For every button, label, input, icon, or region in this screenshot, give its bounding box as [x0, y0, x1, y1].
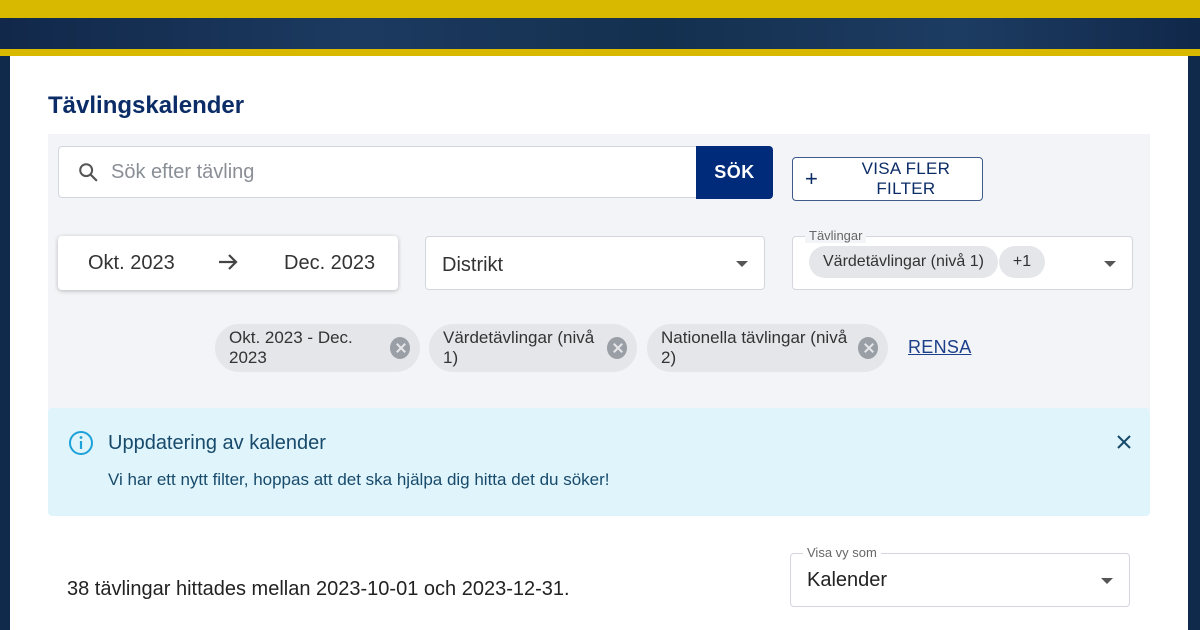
- more-filters-label: VISA FLER FILTER: [861, 159, 951, 198]
- search-box[interactable]: [58, 146, 698, 198]
- search-button[interactable]: SÖK: [696, 146, 773, 199]
- view-select[interactable]: Visa vy som Kalender: [790, 545, 1130, 607]
- date-range-picker[interactable]: Okt. 2023 Dec. 2023: [58, 236, 398, 290]
- remove-chip-icon[interactable]: [858, 337, 878, 359]
- chevron-down-icon: [1101, 578, 1113, 584]
- content-card: Tävlingskalender SÖK + VISA FLER FILTER …: [10, 56, 1188, 630]
- active-filter-label: Nationella tävlingar (nivå 2): [661, 328, 848, 367]
- view-label: Visa vy som: [803, 545, 881, 560]
- remove-chip-icon[interactable]: [607, 337, 627, 359]
- selected-competition-chip: Värdetävlingar (nivå 1): [809, 246, 998, 278]
- search-icon: [79, 163, 98, 182]
- more-count-chip: +1: [999, 246, 1045, 278]
- info-icon: [69, 431, 93, 455]
- close-icon[interactable]: [1114, 432, 1134, 452]
- result-summary: 38 tävlingar hittades mellan 2023-10-01 …: [67, 578, 570, 600]
- district-select[interactable]: Distrikt: [425, 236, 765, 290]
- info-text: Vi har ett nytt filter, hoppas att det s…: [108, 470, 610, 489]
- info-title: Uppdatering av kalender: [108, 432, 326, 454]
- header-gold-stripe-bottom: [0, 49, 1200, 56]
- active-filter-chip: Okt. 2023 - Dec. 2023: [215, 324, 420, 372]
- date-start[interactable]: Okt. 2023: [88, 252, 175, 275]
- header-gold-stripe-top: [0, 0, 1200, 18]
- header-banner: [0, 0, 1200, 56]
- active-filter-chip: Nationella tävlingar (nivå 2): [647, 324, 888, 372]
- clear-filters-link[interactable]: RENSA: [908, 337, 972, 358]
- remove-chip-icon[interactable]: [390, 337, 410, 359]
- chevron-down-icon: [736, 261, 748, 267]
- page-title: Tävlingskalender: [48, 92, 245, 119]
- competitions-select[interactable]: Tävlingar Värdetävlingar (nivå 1) +1: [792, 228, 1133, 290]
- active-filter-label: Värdetävlingar (nivå 1): [443, 328, 595, 367]
- competitions-label: Tävlingar: [805, 228, 867, 243]
- view-value: Kalender: [807, 569, 888, 591]
- filter-panel: SÖK + VISA FLER FILTER Okt. 2023 Dec. 20…: [48, 134, 1150, 412]
- date-end[interactable]: Dec. 2023: [284, 252, 375, 275]
- more-filters-button[interactable]: + VISA FLER FILTER: [792, 157, 983, 201]
- search-input[interactable]: [111, 160, 671, 184]
- chevron-down-icon: [1104, 261, 1116, 267]
- district-placeholder: Distrikt: [442, 254, 504, 276]
- arrow-right-icon: [219, 254, 238, 270]
- plus-icon: +: [805, 166, 818, 191]
- active-filter-label: Okt. 2023 - Dec. 2023: [229, 328, 353, 367]
- active-filter-chip: Värdetävlingar (nivå 1): [429, 324, 637, 372]
- info-banner: Uppdatering av kalender Vi har ett nytt …: [48, 408, 1150, 516]
